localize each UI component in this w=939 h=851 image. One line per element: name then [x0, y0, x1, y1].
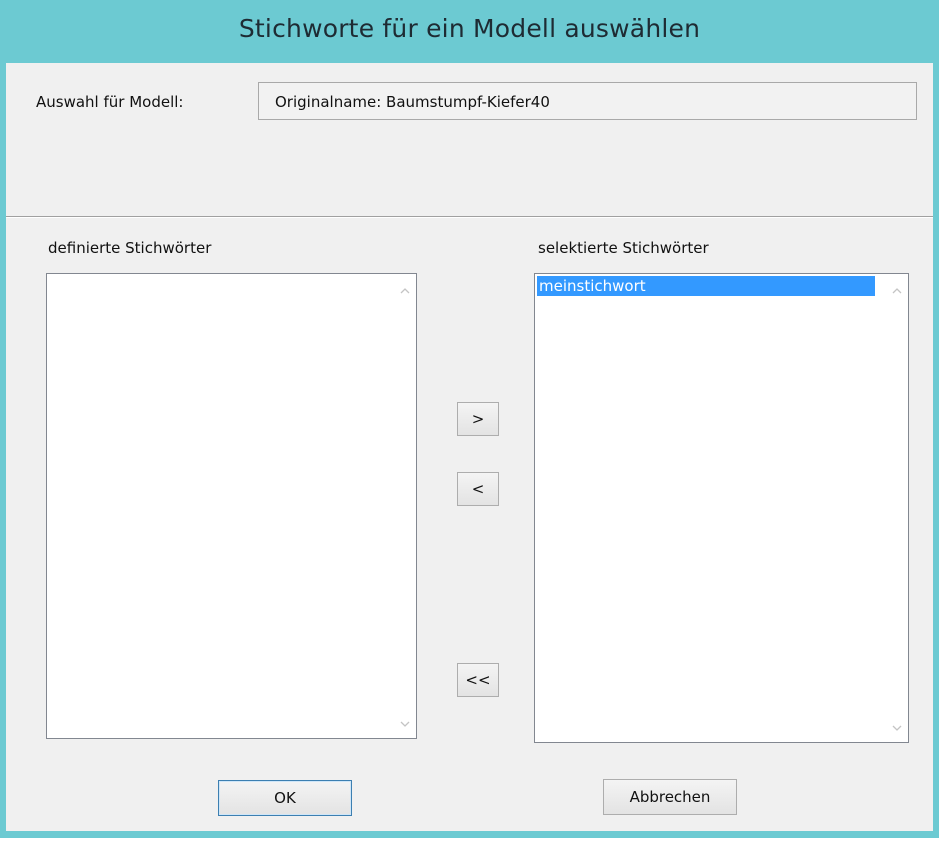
- model-name-value: Originalname: Baumstumpf-Kiefer40: [275, 93, 550, 111]
- title-bar[interactable]: Stichworte für ein Modell auswählen: [0, 0, 939, 70]
- chevron-down-icon[interactable]: [394, 712, 416, 734]
- dialog-window: Stichworte für ein Modell auswählen Ausw…: [0, 0, 939, 838]
- model-name-field: Originalname: Baumstumpf-Kiefer40: [258, 82, 917, 120]
- ok-button[interactable]: OK: [218, 780, 352, 816]
- selected-keywords-scrollbar[interactable]: [886, 274, 908, 742]
- selected-keywords-listbox[interactable]: meinstichwort: [534, 273, 909, 743]
- move-right-button[interactable]: >: [457, 402, 499, 436]
- dialog-title: Stichworte für ein Modell auswählen: [238, 14, 701, 43]
- chevron-up-icon[interactable]: [394, 278, 416, 300]
- chevron-up-icon[interactable]: [886, 278, 908, 300]
- list-item[interactable]: meinstichwort: [537, 276, 875, 296]
- selected-keywords-caption: selektierte Stichwörter: [538, 239, 709, 257]
- defined-keywords-listbox[interactable]: [46, 273, 417, 739]
- defined-keywords-caption: definierte Stichwörter: [48, 239, 212, 257]
- move-left-button[interactable]: <: [457, 472, 499, 506]
- move-all-left-button[interactable]: <<: [457, 663, 499, 697]
- defined-keywords-scrollbar[interactable]: [394, 274, 416, 738]
- model-label: Auswahl für Modell:: [36, 93, 184, 111]
- separator-line: [6, 216, 933, 218]
- cancel-button[interactable]: Abbrechen: [603, 779, 737, 815]
- dialog-client-area: Auswahl für Modell: Originalname: Baumst…: [6, 63, 933, 831]
- chevron-down-icon[interactable]: [886, 716, 908, 738]
